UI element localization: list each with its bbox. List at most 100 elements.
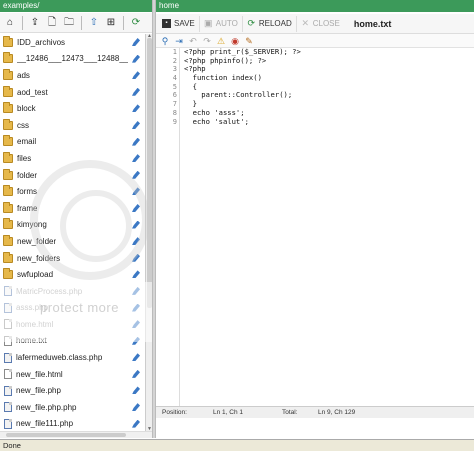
rename-icon[interactable]: [132, 386, 140, 394]
file-list-scrollbar[interactable]: ▲ ▼: [145, 34, 152, 432]
folder-icon: [3, 201, 13, 213]
rename-icon[interactable]: [132, 287, 140, 295]
rename-icon[interactable]: [132, 270, 140, 278]
search-icon[interactable]: ⚲: [160, 36, 170, 46]
file-browser-panel: examples/ ⌂ ⇪ 🗋 🗀 ⇧ ⊞ ⟳ IDD_archivos __12…: [0, 0, 152, 438]
file-list-item[interactable]: home.txt: [0, 333, 143, 350]
folder-icon: [3, 52, 13, 64]
file-list-item[interactable]: frame: [0, 200, 143, 217]
file-list-item[interactable]: new_file111.php: [0, 416, 143, 431]
new-folder-icon[interactable]: 🗀: [62, 16, 76, 30]
rename-icon[interactable]: [132, 55, 140, 63]
file-list-item[interactable]: new_file.php.php: [0, 399, 143, 416]
brush-icon[interactable]: ✎: [244, 36, 254, 46]
file-list-item[interactable]: __12486___12473___12488__: [0, 51, 143, 68]
editor-toolbar: ▪ SAVE ▣ AUTO ⟳ RELOAD ✕ CLOSE home.txt: [156, 14, 474, 34]
line-number: 1: [172, 48, 177, 56]
rename-icon[interactable]: [132, 154, 140, 162]
file-name: new_file.php: [16, 386, 61, 396]
file-list-item[interactable]: lafermeduweb.class.php: [0, 349, 143, 366]
folder-icon: [3, 234, 13, 246]
rename-icon[interactable]: [132, 88, 140, 96]
warning-icon[interactable]: ⚠: [216, 36, 226, 46]
rename-icon[interactable]: [132, 71, 140, 79]
folder-icon: [3, 218, 13, 230]
file-list-item[interactable]: new_folder: [0, 233, 143, 250]
file-name: aod_test: [17, 87, 48, 97]
file-list-hscrollbar[interactable]: [0, 431, 152, 438]
rename-icon[interactable]: [132, 204, 140, 212]
redo-icon[interactable]: ↷: [202, 36, 212, 46]
file-list-item[interactable]: block: [0, 100, 143, 117]
file-name: asss.php: [16, 303, 49, 313]
file-name: lafermeduweb.class.php: [16, 353, 103, 363]
file-list-item[interactable]: home.html: [0, 316, 143, 333]
file-list-item[interactable]: new_file.html: [0, 366, 143, 383]
rename-icon[interactable]: [132, 370, 140, 378]
rename-icon[interactable]: [132, 104, 140, 112]
rename-icon[interactable]: [132, 353, 140, 361]
upload-file-icon[interactable]: ⇪: [28, 16, 42, 30]
file-list-item[interactable]: new_folders: [0, 250, 143, 267]
reload-icon: ⟳: [247, 18, 256, 28]
reload-button[interactable]: ⟳ RELOAD: [243, 15, 297, 32]
file-list-item[interactable]: folder: [0, 167, 143, 184]
color-picker-icon[interactable]: ◉: [230, 36, 240, 46]
file-name: css: [17, 120, 29, 130]
line-number: 5: [172, 82, 177, 91]
undo-icon[interactable]: ↶: [188, 36, 198, 46]
rename-icon[interactable]: [132, 254, 140, 262]
file-list-item[interactable]: email: [0, 134, 143, 151]
line-number: 8: [172, 108, 177, 117]
rename-icon[interactable]: [132, 337, 140, 345]
toolbar-separator: [22, 15, 23, 30]
download-icon[interactable]: ⊞: [104, 16, 118, 30]
home-icon[interactable]: ⌂: [3, 16, 17, 30]
code-editor[interactable]: 123456789 <?php print_r($_SERVER); ?> <?p…: [156, 47, 474, 406]
rename-icon[interactable]: [132, 171, 140, 179]
file-list-item[interactable]: asss.php: [0, 300, 143, 317]
folder-icon: [3, 268, 13, 280]
close-icon: ✕: [301, 18, 309, 28]
rename-icon[interactable]: [132, 320, 140, 328]
file-list-item[interactable]: css: [0, 117, 143, 134]
file-name: email: [17, 137, 37, 147]
code-line: <?php phpinfo(); ?>: [184, 55, 267, 65]
file-list-item[interactable]: IDD_archivos: [0, 34, 143, 51]
up-directory-icon[interactable]: ⇧: [87, 16, 101, 30]
file-list-item[interactable]: new_file.php: [0, 382, 143, 399]
file-list-item[interactable]: ads: [0, 67, 143, 84]
file-name: home.html: [16, 319, 54, 329]
total-label: Total:: [282, 409, 298, 416]
rename-icon[interactable]: [132, 38, 140, 46]
file-list-item[interactable]: aod_test: [0, 84, 143, 101]
file-list: IDD_archivos __12486___12473___12488__ ads…: [0, 34, 143, 431]
rename-icon[interactable]: [132, 403, 140, 411]
close-button[interactable]: ✕ CLOSE: [297, 16, 344, 32]
refresh-icon[interactable]: ⟳: [129, 16, 143, 30]
file-list-item[interactable]: files: [0, 150, 143, 167]
line-number: 9: [172, 117, 177, 126]
file-list-item[interactable]: forms: [0, 183, 143, 200]
rename-icon[interactable]: [132, 237, 140, 245]
file-name: IDD_archivos: [17, 37, 66, 47]
auto-save-button[interactable]: ▣ AUTO: [200, 15, 243, 32]
save-button[interactable]: ▪ SAVE: [158, 15, 200, 32]
file-list-item[interactable]: kimyong: [0, 217, 143, 234]
file-name: swfupload: [17, 270, 54, 280]
file-list-item[interactable]: MatricProcess.php: [0, 283, 143, 300]
goto-icon[interactable]: ⇥: [174, 36, 184, 46]
line-number: 3: [172, 65, 177, 74]
rename-icon[interactable]: [132, 121, 140, 129]
rename-icon[interactable]: [132, 420, 140, 428]
rename-icon[interactable]: [132, 304, 140, 312]
php-file-icon: [4, 385, 12, 396]
rename-icon[interactable]: [132, 221, 140, 229]
code-content[interactable]: <?php print_r($_SERVER); ?> <?php phpinfo…: [184, 47, 469, 126]
line-number: 7: [172, 100, 177, 109]
rename-icon[interactable]: [132, 138, 140, 146]
rename-icon[interactable]: [132, 187, 140, 195]
file-name: MatricProcess.php: [16, 286, 83, 296]
file-list-item[interactable]: swfupload: [0, 266, 143, 283]
new-file-icon[interactable]: 🗋: [45, 16, 59, 30]
